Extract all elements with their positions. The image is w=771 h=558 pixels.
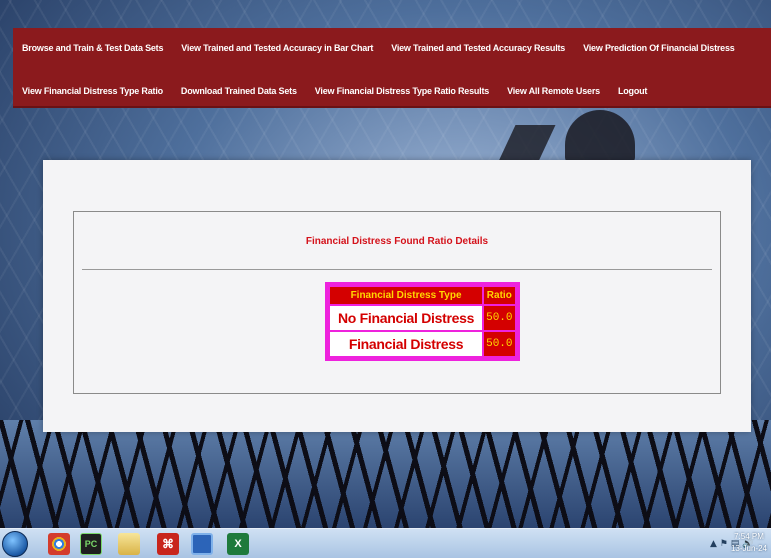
chrome-icon[interactable] (48, 533, 70, 555)
nav-remote-users[interactable]: View All Remote Users (498, 86, 609, 96)
acrobat-icon[interactable]: ⌘ (157, 533, 179, 555)
cell-ratio: 50.0 (484, 306, 515, 330)
nav-row-1: Browse and Train & Test Data Sets View T… (13, 38, 744, 58)
table-row: No Financial Distress 50.0 (330, 306, 515, 330)
cell-distress-type: No Financial Distress (330, 306, 483, 330)
ratio-details-box: Financial Distress Found Ratio Details F… (73, 211, 721, 394)
divider (82, 269, 712, 270)
nav-prediction-financial-distress[interactable]: View Prediction Of Financial Distress (574, 43, 744, 53)
nav-accuracy-bar-chart[interactable]: View Trained and Tested Accuracy in Bar … (172, 43, 382, 53)
background-figure (565, 110, 635, 165)
nav-logout[interactable]: Logout (609, 86, 656, 96)
nav-distress-ratio-results[interactable]: View Financial Distress Type Ratio Resul… (306, 86, 498, 96)
background-wave (0, 420, 771, 528)
start-button[interactable] (2, 531, 28, 557)
top-navigation-bar: Browse and Train & Test Data Sets View T… (13, 28, 771, 108)
taskbar-clock[interactable]: 7:54 PM 13-Jun-24 (731, 531, 767, 555)
table-row: Financial Distress 50.0 (330, 332, 515, 356)
nav-browse-train-test[interactable]: Browse and Train & Test Data Sets (13, 43, 172, 53)
nav-accuracy-results[interactable]: View Trained and Tested Accuracy Results (382, 43, 574, 53)
ratio-table-wrapper: Financial Distress Type Ratio No Financi… (325, 282, 520, 361)
clock-time: 7:54 PM (734, 532, 764, 541)
file-explorer-icon[interactable] (118, 533, 140, 555)
cell-distress-type: Financial Distress (330, 332, 483, 356)
content-panel: Financial Distress Found Ratio Details F… (43, 160, 751, 432)
nav-download-trained-data[interactable]: Download Trained Data Sets (172, 86, 306, 96)
nav-distress-type-ratio[interactable]: View Financial Distress Type Ratio (13, 86, 172, 96)
header-ratio: Ratio (484, 287, 515, 304)
table-header-row: Financial Distress Type Ratio (330, 287, 515, 304)
page-title: Financial Distress Found Ratio Details (305, 236, 489, 247)
excel-icon[interactable]: X (227, 533, 249, 555)
header-distress-type: Financial Distress Type (330, 287, 483, 304)
cell-ratio: 50.0 (484, 332, 515, 356)
nav-row-2: View Financial Distress Type Ratio Downl… (13, 81, 656, 101)
python-icon[interactable] (191, 533, 213, 555)
pycharm-icon[interactable]: PC (80, 533, 102, 555)
windows-taskbar: PC ⌘ X ▲ ⚑ ▤ 🔊 7:54 PM 13-Jun-24 (0, 528, 771, 558)
clock-date: 13-Jun-24 (730, 544, 767, 553)
ratio-table: Financial Distress Type Ratio No Financi… (328, 285, 517, 358)
